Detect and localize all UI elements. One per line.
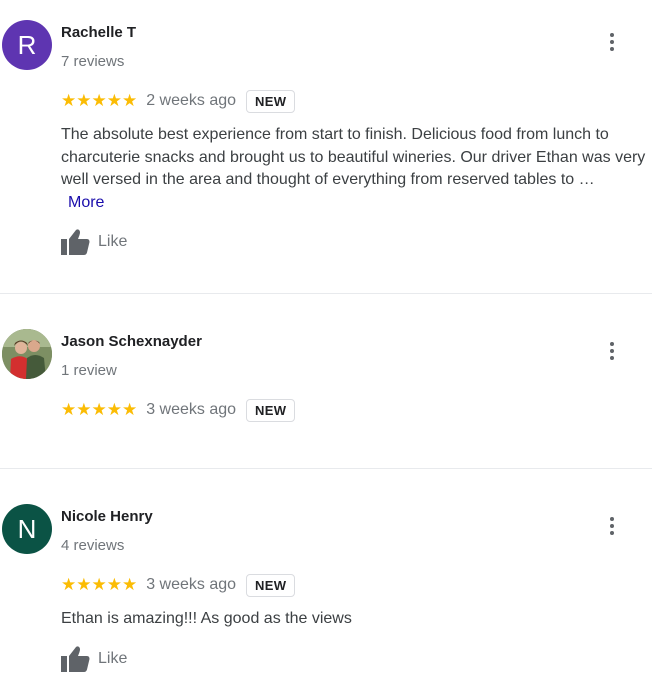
reviewer-name[interactable]: Jason Schexnayder — [61, 333, 202, 350]
new-badge: NEW — [246, 573, 296, 597]
avatar[interactable] — [2, 329, 52, 379]
rating-row: ★★★★★ 3 weeks ago NEW — [61, 397, 296, 423]
reviewer-name[interactable]: Rachelle T — [61, 24, 136, 41]
like-label: Like — [98, 650, 128, 667]
star-rating: ★★★★★ — [61, 400, 138, 419]
like-button[interactable]: Like — [61, 229, 127, 255]
thumbs-up-icon — [61, 646, 90, 672]
more-options-icon[interactable] — [600, 30, 624, 54]
avatar[interactable]: N — [2, 504, 52, 554]
more-options-icon[interactable] — [600, 514, 624, 538]
divider — [0, 468, 652, 469]
more-link[interactable]: More — [68, 192, 104, 215]
review-date: 2 weeks ago — [146, 92, 237, 109]
review-date: 3 weeks ago — [146, 401, 237, 418]
like-label: Like — [98, 233, 128, 250]
reviewer-name[interactable]: Nicole Henry — [61, 508, 153, 525]
review-count: 4 reviews — [61, 537, 125, 554]
new-badge: NEW — [246, 398, 296, 422]
profile-photo — [2, 329, 52, 379]
review-count: 7 reviews — [61, 53, 125, 70]
rating-row: ★★★★★ 3 weeks ago NEW — [61, 572, 296, 598]
like-button[interactable]: Like — [61, 646, 127, 672]
review-body: Ethan is amazing!!! As good as the views — [61, 610, 352, 627]
rating-row: ★★★★★ 2 weeks ago NEW — [61, 88, 296, 114]
review-body: The absolute best experience from start … — [61, 126, 646, 188]
more-options-icon[interactable] — [600, 339, 624, 363]
review-text: The absolute best experience from start … — [61, 124, 646, 214]
star-rating: ★★★★★ — [61, 91, 138, 110]
star-rating: ★★★★★ — [61, 575, 138, 594]
review-count: 1 review — [61, 362, 117, 379]
review-text: Ethan is amazing!!! As good as the views — [61, 608, 646, 631]
thumbs-up-icon — [61, 229, 90, 255]
review-date: 3 weeks ago — [146, 576, 237, 593]
divider — [0, 293, 652, 294]
new-badge: NEW — [246, 89, 296, 113]
avatar[interactable]: R — [2, 20, 52, 70]
